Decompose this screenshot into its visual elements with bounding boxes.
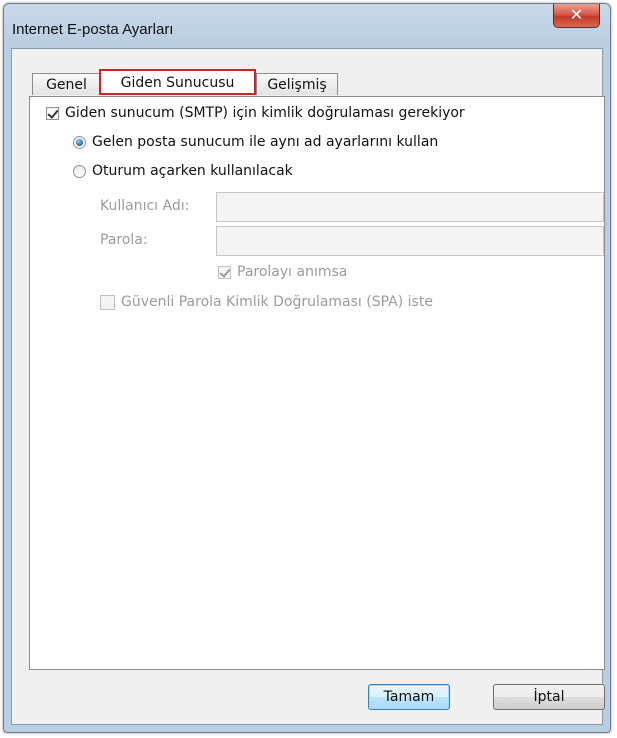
log-on-using-radio[interactable] xyxy=(73,164,86,178)
username-field[interactable] xyxy=(216,192,604,222)
use-same-settings-radio[interactable] xyxy=(73,135,86,149)
smtp-auth-checkbox[interactable] xyxy=(46,106,59,120)
close-button[interactable]: ✕ xyxy=(553,4,600,28)
spa-checkbox[interactable] xyxy=(100,294,115,310)
username-label: Kullanıcı Adı: xyxy=(100,198,190,214)
tab-advanced-label: Gelişmiş xyxy=(267,77,327,93)
cancel-button[interactable]: İptal xyxy=(493,684,605,710)
use-same-settings-label: Gelen posta sunucum ile aynı ad ayarları… xyxy=(92,134,439,150)
dialog-client-area: Genel Giden Sunucusu Gelişmiş Giden sunu… xyxy=(11,48,605,725)
remember-password-label: Parolayı anımsa xyxy=(237,264,348,280)
cancel-button-label: İptal xyxy=(533,689,565,705)
spa-label: Güvenli Parola Kimlik Doğrulaması (SPA) … xyxy=(121,294,433,310)
ok-button[interactable]: Tamam xyxy=(368,684,450,710)
tab-outgoing-server-label: Giden Sunucusu xyxy=(120,75,235,91)
close-icon: ✕ xyxy=(569,5,584,24)
ok-button-label: Tamam xyxy=(383,689,435,705)
settings-dialog: Internet E-posta Ayarları ✕ Genel Giden … xyxy=(3,3,611,733)
use-same-settings-radio-row[interactable]: Gelen posta sunucum ile aynı ad ayarları… xyxy=(73,134,438,150)
smtp-auth-checkbox-row[interactable]: Giden sunucum (SMTP) için kimlik doğrula… xyxy=(46,105,465,121)
title-bar[interactable]: Internet E-posta Ayarları ✕ xyxy=(4,4,610,48)
smtp-auth-label: Giden sunucum (SMTP) için kimlik doğrula… xyxy=(65,105,465,121)
remember-password-row[interactable]: Parolayı anımsa xyxy=(218,264,347,280)
password-label: Parola: xyxy=(100,232,148,248)
remember-password-checkbox[interactable] xyxy=(218,265,231,279)
log-on-using-radio-row[interactable]: Oturum açarken kullanılacak xyxy=(73,163,293,179)
spa-checkbox-row[interactable]: Güvenli Parola Kimlik Doğrulaması (SPA) … xyxy=(100,294,433,310)
tab-general-label: Genel xyxy=(46,77,87,93)
tab-outgoing-server[interactable]: Giden Sunucusu xyxy=(99,69,256,95)
window-title: Internet E-posta Ayarları xyxy=(12,21,174,38)
tab-general[interactable]: Genel xyxy=(32,73,101,95)
tab-advanced[interactable]: Gelişmiş xyxy=(256,73,338,95)
password-field[interactable] xyxy=(216,226,604,256)
outgoing-server-panel: Giden sunucum (SMTP) için kimlik doğrula… xyxy=(29,96,605,670)
log-on-using-label: Oturum açarken kullanılacak xyxy=(92,163,293,179)
